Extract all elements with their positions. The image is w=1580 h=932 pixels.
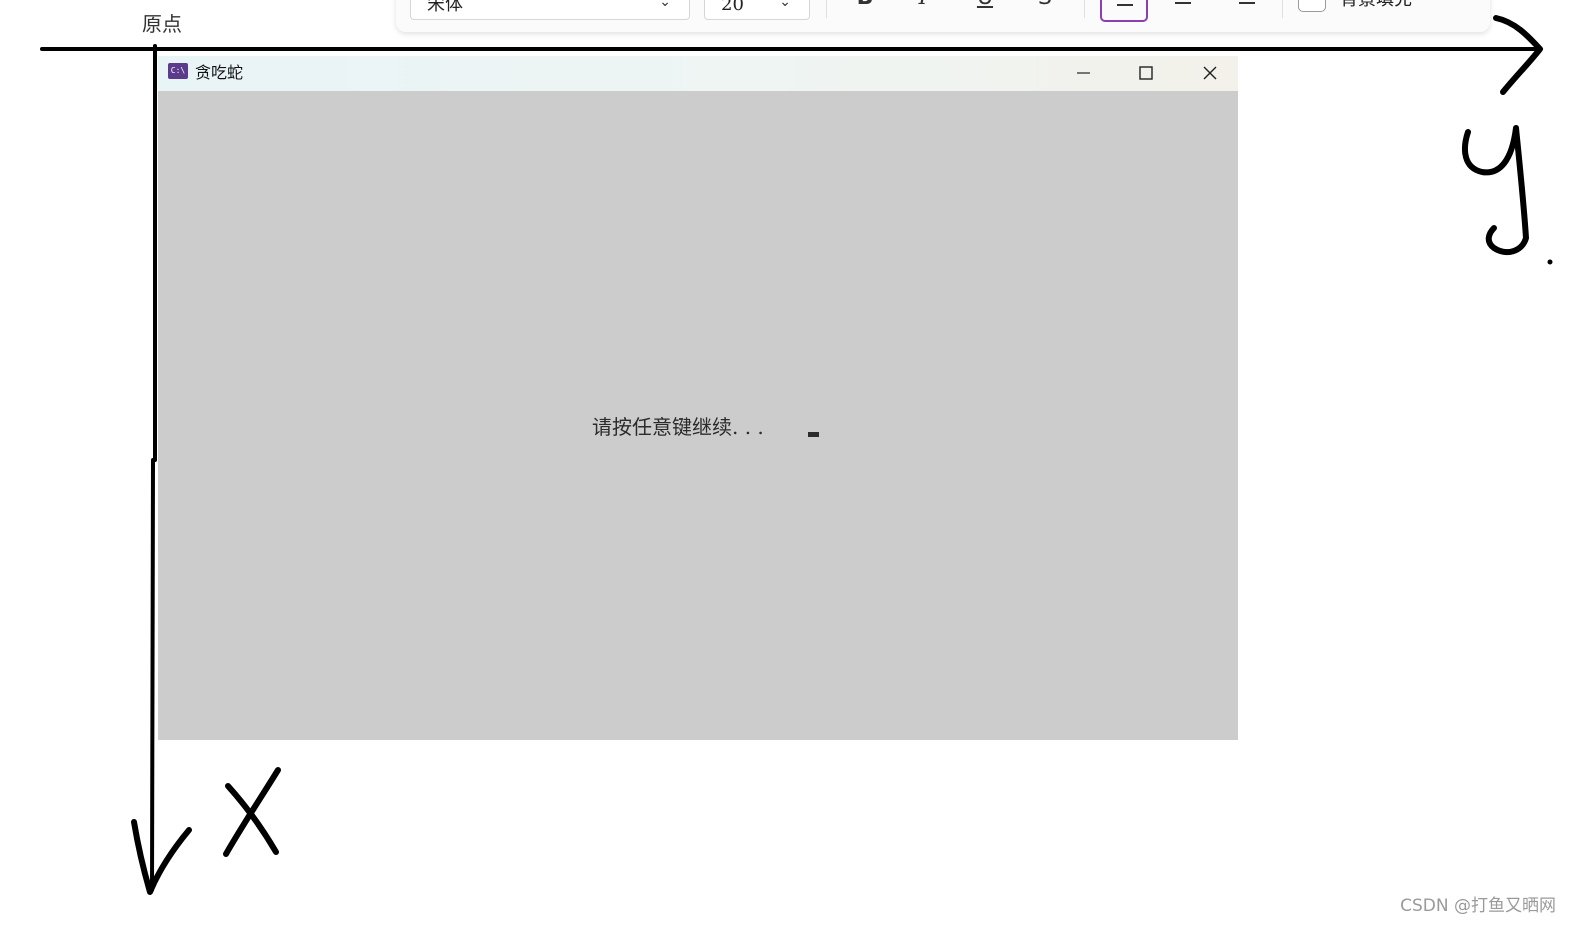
watermark: CSDN @打鱼又晒网: [1400, 896, 1556, 916]
handwritten-dot: [1547, 259, 1553, 265]
vertical-axis-arrowhead: [131, 819, 192, 895]
axes-annotation-layer: [40, 15, 1553, 895]
handwritten-y-glyph: [1462, 125, 1529, 256]
vertical-axis-line-lower: [150, 458, 155, 892]
horizontal-axis-arrowhead: [1493, 15, 1543, 95]
screen: 宋体 ⌄ 20 ⌄ B I U S 背景填充 C:\ 贪吃蛇: [0, 0, 1580, 932]
